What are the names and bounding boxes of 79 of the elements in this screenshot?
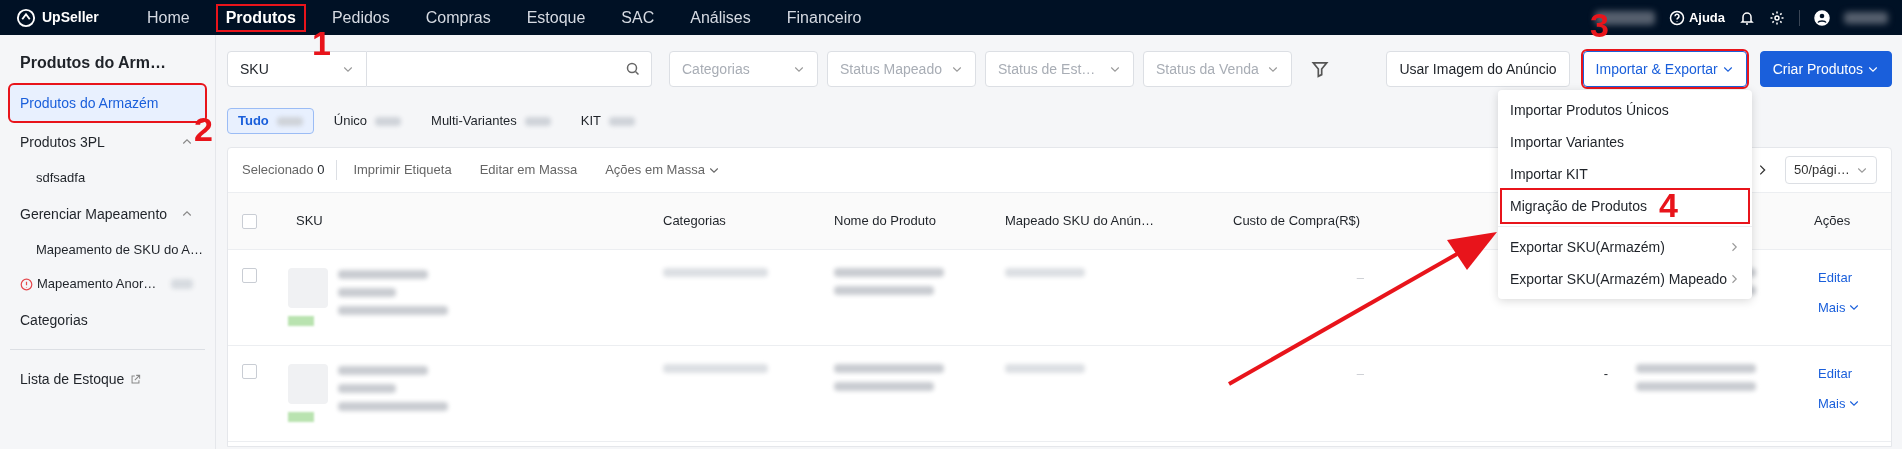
sidebar-label: Lista de Estoque (20, 369, 125, 389)
sidebar-item[interactable]: sdfsadfa (10, 161, 205, 195)
column-header: Categorias (663, 213, 726, 229)
toolbar-button[interactable]: Editar em Massa (479, 160, 578, 180)
nav-link[interactable]: Estoque (518, 5, 594, 30)
help-link[interactable]: Ajuda (1688, 7, 1725, 28)
action-link[interactable]: Mais (1818, 393, 1861, 413)
sidebar-group[interactable]: Gerenciar Mapeamento (10, 195, 205, 233)
sidebar-label: sdfsadfa (36, 169, 86, 188)
search-icon[interactable] (625, 61, 641, 77)
blurred-text (338, 384, 396, 393)
external-link-icon (130, 373, 142, 385)
toolbar-button[interactable]: Imprimir Etiqueta (353, 160, 452, 180)
sidebar-label: Produtos do Armazém (20, 93, 159, 113)
warning-icon (20, 277, 33, 291)
step-number: 4 (1659, 188, 1678, 222)
search-field[interactable] (367, 51, 652, 87)
sidebar-item[interactable]: Lista de Estoque (10, 360, 205, 398)
filter-icon[interactable] (1311, 60, 1329, 78)
blurred-count (375, 116, 402, 126)
checkbox[interactable] (242, 213, 257, 229)
toolbar-button[interactable]: Ações em Massa (605, 160, 720, 180)
sidebar-item[interactable]: Mapeamento Anor… (10, 267, 205, 301)
blurred-count (609, 116, 636, 126)
selection-count: Selecionado 0 (242, 160, 338, 180)
step-number: 3 (1590, 8, 1609, 42)
filter-tab[interactable]: KIT (570, 108, 646, 134)
column-header: Ações (1814, 213, 1851, 229)
nav-link[interactable]: Compras (417, 5, 499, 30)
sidebar-label: Mapeamento Anor… (37, 275, 157, 294)
blurred-count (524, 116, 551, 126)
menu-item[interactable]: Importar Variantes (1502, 126, 1748, 158)
logo-text: UpSeller (42, 8, 99, 27)
action-button[interactable]: Criar Produtos (1759, 51, 1892, 87)
action-button[interactable]: Importar & Exportar (1582, 51, 1747, 87)
filter-tab[interactable]: Tudo (227, 108, 314, 134)
blurred-username (1844, 11, 1888, 24)
status-tag (288, 316, 314, 326)
sidebar-item[interactable]: Mapeamento de SKU do A… (10, 233, 205, 267)
filter-tab[interactable]: Multi-Variantes (421, 108, 561, 134)
nav-link[interactable]: Financeiro (778, 5, 870, 30)
settings-icon[interactable] (1769, 9, 1785, 26)
table-cell: – (1356, 270, 1364, 285)
checkbox[interactable] (242, 364, 257, 379)
column-header: Custo de Compra(R$) (1233, 213, 1361, 229)
column-header: Nome do Produto (834, 213, 936, 229)
filter-tab[interactable]: Único (323, 108, 412, 134)
sidebar-label: Produtos 3PL (20, 132, 105, 152)
sidebar-label: Gerenciar Mapeamento (20, 204, 168, 224)
menu-item[interactable]: Exportar SKU(Armazém) (1502, 231, 1748, 263)
status-tag (288, 412, 314, 422)
nav-link[interactable]: SAC (613, 5, 663, 30)
page-size-select[interactable]: 50/pági… (1785, 156, 1877, 184)
user-icon[interactable] (1814, 9, 1830, 26)
logo-icon (16, 7, 36, 28)
nav-link[interactable]: Análises (682, 5, 759, 30)
action-button[interactable]: Usar Imagem do Anúncio (1386, 51, 1570, 87)
bell-icon[interactable] (1739, 9, 1755, 26)
blurred-count (276, 116, 303, 126)
nav-link[interactable]: Produtos (217, 5, 304, 30)
sidebar-title: Produtos do Arm… (19, 53, 168, 73)
table-cell: - (1603, 366, 1608, 381)
menu-item[interactable]: Importar KIT (1502, 158, 1748, 190)
column-header: Mapeado SKU do Anún… (1005, 213, 1154, 229)
sidebar-item[interactable]: Categorias (10, 301, 205, 339)
sidebar-label: Categorias (20, 310, 88, 330)
blurred-text (338, 288, 396, 297)
table-cell: – (1356, 366, 1364, 381)
menu-item[interactable]: Exportar SKU(Armazém) Mapeado (1502, 263, 1748, 295)
menu-item[interactable]: Importar Produtos Únicos (1502, 94, 1748, 126)
blurred-count (171, 279, 193, 289)
action-link[interactable]: Editar (1818, 268, 1852, 288)
sidebar-label: Mapeamento de SKU do A… (36, 241, 203, 260)
help-icon[interactable] (1668, 9, 1685, 26)
action-link[interactable]: Mais (1818, 297, 1861, 317)
column-header: SKU (296, 213, 323, 229)
checkbox[interactable] (242, 268, 257, 283)
nav-link[interactable]: Home (139, 5, 198, 30)
action-link[interactable]: Editar (1818, 364, 1852, 384)
